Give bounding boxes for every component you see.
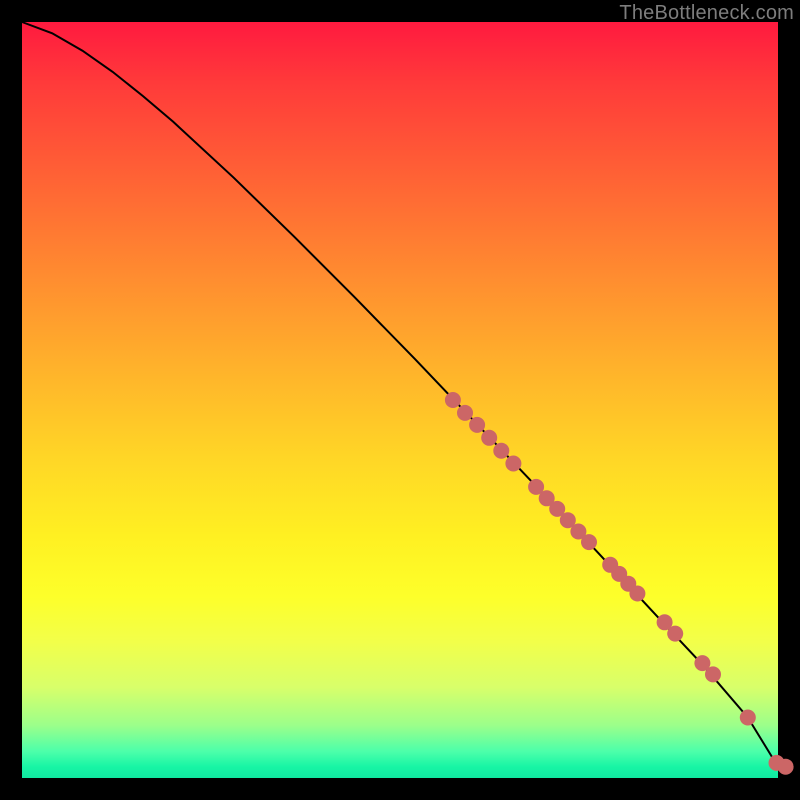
data-marker bbox=[705, 666, 721, 682]
data-marker bbox=[581, 534, 597, 550]
data-marker bbox=[778, 759, 794, 775]
plot-area bbox=[22, 22, 778, 778]
data-marker bbox=[629, 586, 645, 602]
data-marker bbox=[667, 626, 683, 642]
curve-line bbox=[22, 22, 778, 767]
data-marker bbox=[740, 710, 756, 726]
chart-stage: TheBottleneck.com bbox=[0, 0, 800, 800]
data-marker bbox=[457, 405, 473, 421]
marker-group bbox=[445, 392, 794, 775]
data-marker bbox=[505, 456, 521, 472]
data-marker bbox=[481, 430, 497, 446]
chart-svg bbox=[22, 22, 778, 778]
data-marker bbox=[469, 417, 485, 433]
data-marker bbox=[493, 443, 509, 459]
data-marker bbox=[445, 392, 461, 408]
attribution-text: TheBottleneck.com bbox=[619, 2, 794, 25]
